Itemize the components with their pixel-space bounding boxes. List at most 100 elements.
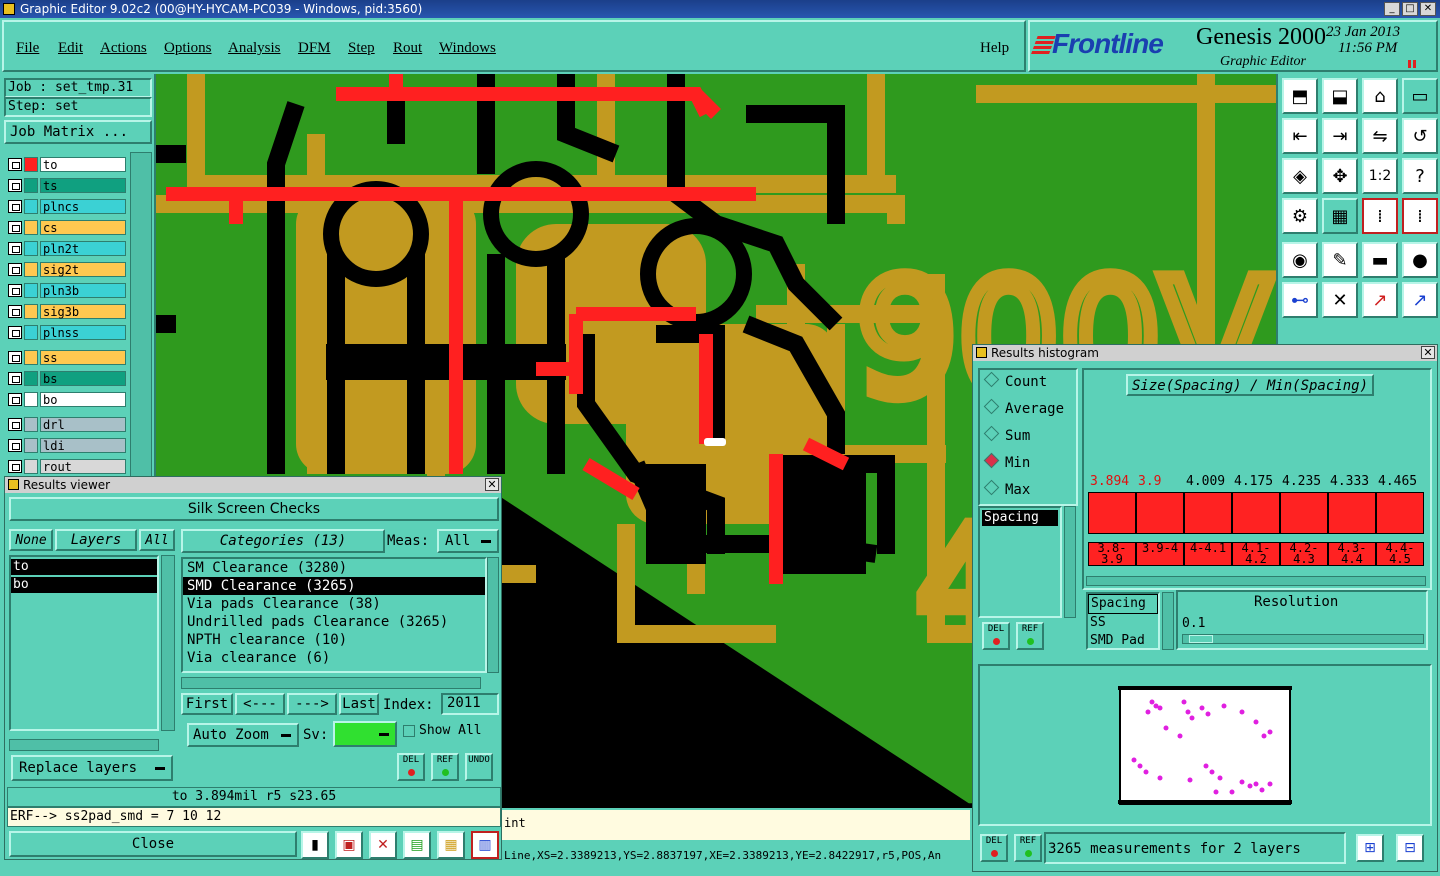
layer-checkbox[interactable] [8, 284, 22, 297]
menu-help[interactable]: Help [980, 40, 1009, 57]
tool-link2-icon[interactable]: ↗ [1402, 282, 1438, 318]
close-window-button[interactable]: ✕ [1420, 2, 1436, 16]
menu-rout[interactable]: Rout [393, 40, 422, 57]
measure-item-spacing[interactable]: Spacing [982, 510, 1058, 526]
histogram-bar[interactable] [1088, 492, 1136, 534]
layer-checkbox[interactable] [8, 418, 22, 431]
attribute-list-scrollbar[interactable] [1162, 592, 1174, 650]
histogram-ref-button[interactable]: REF [1016, 622, 1044, 650]
minimize-button[interactable]: _ [1384, 2, 1400, 16]
close-button[interactable]: Close [9, 831, 297, 857]
option-count[interactable]: Count [986, 374, 1047, 390]
layer-row-ss[interactable]: ss [6, 349, 126, 366]
tool-connect-icon[interactable]: ⊷ [1282, 282, 1318, 318]
tool-window-icon[interactable]: ▭ [1402, 78, 1438, 114]
index-input[interactable]: 2011 [441, 693, 499, 715]
tool-center-icon[interactable]: ✥ [1322, 158, 1358, 194]
resolution-slider-thumb[interactable] [1189, 635, 1213, 643]
menu-edit[interactable]: Edit [58, 40, 83, 57]
tool-grid-icon[interactable]: ▦ [1322, 198, 1358, 234]
layer-checkbox[interactable] [8, 158, 22, 171]
layer-row-plnss[interactable]: plnss [6, 324, 126, 341]
first-button[interactable]: First [181, 693, 233, 715]
map-export-icon[interactable]: ⊟ [1396, 834, 1424, 862]
attribute-spacing[interactable]: Spacing [1088, 594, 1158, 614]
measure-list-scrollbar[interactable] [1064, 506, 1076, 618]
option-max[interactable]: Max [986, 482, 1030, 498]
results-viewer-close-icon[interactable]: ✕ [485, 478, 499, 491]
layer-row-cs[interactable]: cs [6, 219, 126, 236]
tool-snap-icon[interactable]: ⁞ [1362, 198, 1398, 234]
layer-row-sig3b[interactable]: sig3b [6, 303, 126, 320]
menu-analysis[interactable]: Analysis [228, 40, 281, 57]
all-layers-button[interactable]: All [139, 529, 175, 551]
tool-settings-icon[interactable]: ⚙ [1282, 198, 1318, 234]
sv-color-dropdown[interactable] [333, 721, 397, 747]
histogram-bar[interactable] [1280, 492, 1328, 534]
ref-button[interactable]: REF [431, 753, 459, 781]
tool-redraw-icon[interactable]: ↺ [1402, 118, 1438, 154]
layer-list-hscroll[interactable] [9, 739, 159, 751]
last-button[interactable]: Last [339, 693, 379, 715]
histogram-bar[interactable] [1184, 492, 1232, 534]
category-item[interactable]: Via clearance (6) [183, 649, 485, 667]
menu-options[interactable]: Options [164, 40, 212, 57]
results-histogram-close-icon[interactable]: ✕ [1421, 346, 1435, 359]
next-button[interactable]: ---> [287, 693, 337, 715]
layer-row-pln3b[interactable]: pln3b [6, 282, 126, 299]
histogram-del-button[interactable]: DEL [982, 622, 1010, 650]
result-layer-bo[interactable]: bo [11, 577, 157, 593]
histogram-bar[interactable] [1232, 492, 1280, 534]
resolution-slider[interactable] [1182, 634, 1424, 644]
show-all-checkbox[interactable] [403, 725, 415, 737]
del-button[interactable]: DEL [397, 753, 425, 781]
tool-cross-icon[interactable]: ✕ [1322, 282, 1358, 318]
job-matrix-button[interactable]: Job Matrix ... [4, 120, 152, 144]
tool-zoom-out-icon[interactable]: ⬓ [1322, 78, 1358, 114]
layers-button[interactable]: Layers [55, 529, 137, 551]
layer-checkbox[interactable] [8, 460, 22, 473]
histogram-bar[interactable] [1376, 492, 1424, 534]
category-list-scrollbar[interactable] [487, 557, 499, 673]
histogram-icon[interactable]: ▥ [471, 831, 499, 859]
layer-checkbox[interactable] [8, 372, 22, 385]
tool-help-button[interactable]: ? [1402, 158, 1438, 194]
layer-checkbox[interactable] [8, 221, 22, 234]
option-min[interactable]: Min [986, 455, 1030, 471]
layer-row-plncs[interactable]: plncs [6, 198, 126, 215]
menu-step[interactable]: Step [348, 40, 375, 57]
layer-checkbox[interactable] [8, 242, 22, 255]
map-zoom-icon[interactable]: ⊞ [1356, 834, 1384, 862]
category-list-hscroll[interactable] [181, 677, 481, 689]
layer-checkbox[interactable] [8, 393, 22, 406]
category-item[interactable]: SM Clearance (3280) [183, 559, 485, 577]
layer-checkbox[interactable] [8, 305, 22, 318]
option-average[interactable]: Average [986, 401, 1064, 417]
histogram-hscroll[interactable] [1086, 576, 1426, 586]
tool-swap-icon[interactable]: ⇋ [1362, 118, 1398, 154]
tool-link-icon[interactable]: ↗ [1362, 282, 1398, 318]
sheet-icon[interactable]: ▤ [403, 831, 431, 859]
categories-button[interactable]: Categories (13) [181, 529, 385, 553]
layer-list-scrollbar[interactable] [161, 555, 175, 731]
category-item[interactable]: Via pads Clearance (38) [183, 595, 485, 613]
replace-layers-dropdown[interactable]: Replace layers [11, 755, 173, 781]
layer-row-ldi[interactable]: ldi [6, 437, 126, 454]
menu-file[interactable]: File [16, 40, 39, 57]
tool-ratio-button[interactable]: 1:2 [1362, 158, 1398, 194]
layer-scrollbar[interactable] [130, 152, 152, 478]
tool-pan-right-icon[interactable]: ⇥ [1322, 118, 1358, 154]
tool-edit-icon[interactable]: ✎ [1322, 242, 1358, 278]
previous-button[interactable]: <--- [235, 693, 285, 715]
layer-checkbox[interactable] [8, 351, 22, 364]
layer-checkbox[interactable] [8, 263, 22, 276]
layer-checkbox[interactable] [8, 200, 22, 213]
layer-checkbox[interactable] [8, 439, 22, 452]
screen-icon[interactable]: ▣ [335, 831, 363, 859]
layer-row-pln2t[interactable]: pln2t [6, 240, 126, 257]
notes-icon[interactable]: ▦ [437, 831, 465, 859]
auto-zoom-dropdown[interactable]: Auto Zoom [187, 723, 299, 747]
layer-row-ts[interactable]: ts [6, 177, 126, 194]
category-item[interactable]: Undrilled pads Clearance (3265) [183, 613, 485, 631]
menu-windows[interactable]: Windows [439, 40, 496, 57]
